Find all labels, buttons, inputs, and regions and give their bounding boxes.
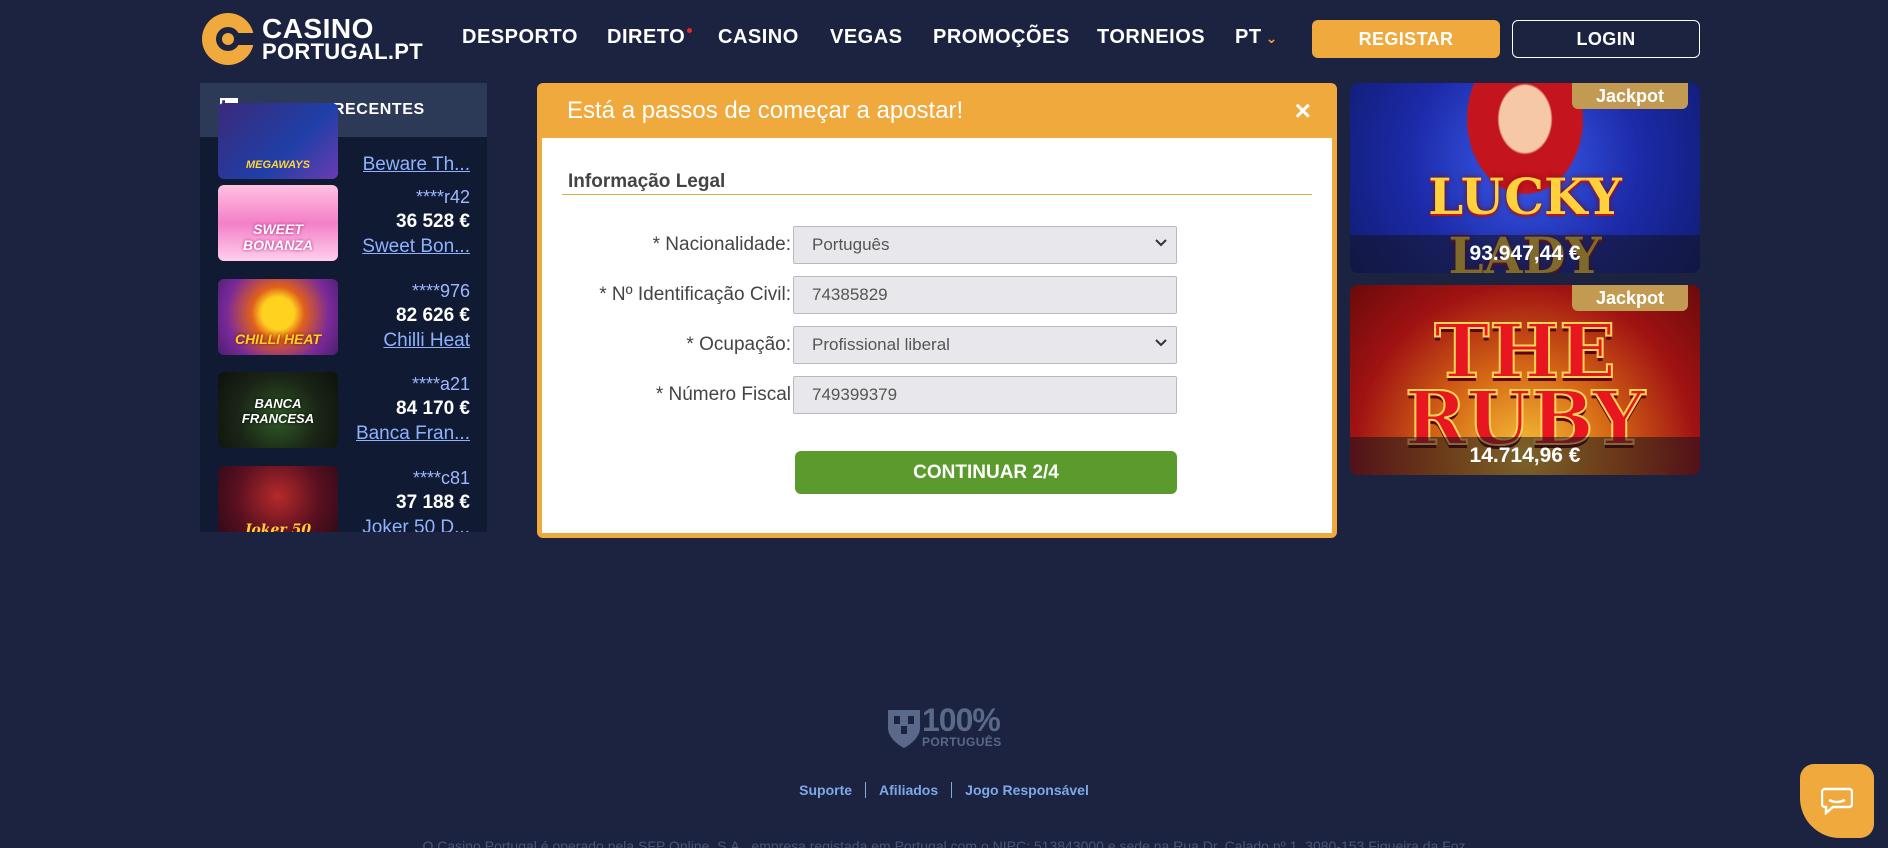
tax-number-label: * Número Fiscal	[655, 384, 791, 405]
tax-number-value: 749399379	[812, 385, 898, 404]
occupation-select[interactable]: Profissional liberal	[793, 326, 1177, 364]
nationality-row: * Nacionalidade: Português	[542, 226, 1332, 264]
recent-wins-panel: GANHOS RECENTES MEGAWAYS Beware Th... SW…	[200, 83, 487, 532]
game-link[interactable]: Beware Th...	[363, 154, 470, 176]
nationality-value: Português	[812, 235, 890, 254]
win-amount: 36 528 €	[396, 211, 470, 232]
nav-casino[interactable]: CASINO	[718, 26, 799, 49]
tax-number-row: * Número Fiscal 749399379	[542, 376, 1332, 414]
list-item[interactable]: CHILLI HEAT ****976 82 626 € Chilli Heat	[218, 279, 470, 355]
section-divider	[562, 194, 1312, 195]
nav-direto[interactable]: DIRETO	[607, 26, 693, 49]
game-thumbnail[interactable]: SWEET BONANZA	[218, 185, 338, 261]
jackpot-badge: Jackpot	[1572, 285, 1688, 311]
occupation-label: * Ocupação:	[686, 334, 791, 355]
list-item[interactable]: BANCA FRANCESA ****a21 84 170 € Banca Fr…	[218, 372, 470, 448]
civil-id-value: 74385829	[812, 285, 888, 304]
portuguese-seal: 100% PORTUGUÊS	[886, 702, 1016, 750]
login-button[interactable]: LOGIN	[1512, 20, 1700, 58]
list-item[interactable]: MEGAWAYS Beware Th...	[218, 103, 470, 179]
winner-username: ****c81	[412, 468, 470, 488]
jackpot-amount: 14.714,96 €	[1350, 437, 1700, 475]
game-link[interactable]: Banca Fran...	[356, 423, 470, 445]
site-header: CASINO PORTUGAL.PT DESPORTO DIRETO CASIN…	[0, 0, 1888, 76]
nationality-select[interactable]: Português	[793, 226, 1177, 264]
list-item[interactable]: SWEET BONANZA ****r42 36 528 € Sweet Bon…	[218, 185, 470, 261]
nav-vegas[interactable]: VEGAS	[830, 26, 903, 49]
civil-id-label: * Nº Identificação Civil:	[599, 284, 791, 305]
occupation-row: * Ocupação: Profissional liberal	[542, 326, 1332, 364]
civil-id-row: * Nº Identificação Civil: 74385829	[542, 276, 1332, 314]
game-link[interactable]: Sweet Bon...	[362, 236, 470, 258]
language-label: PT	[1235, 26, 1262, 48]
game-thumbnail[interactable]: CHILLI HEAT	[218, 279, 338, 355]
jackpot-amount: 93.947,44 €	[1350, 235, 1700, 273]
game-thumbnail[interactable]: MEGAWAYS	[218, 103, 338, 179]
close-icon[interactable]: ×	[1295, 95, 1311, 127]
logo-line2: PORTUGAL.PT	[262, 38, 423, 64]
chevron-down-icon	[1155, 339, 1167, 347]
civil-id-input[interactable]: 74385829	[793, 276, 1177, 314]
winner-username: ****a21	[411, 374, 470, 394]
continue-button[interactable]: CONTINUAR 2/4	[795, 451, 1177, 494]
site-logo[interactable]: CASINO PORTUGAL.PT	[202, 12, 423, 66]
modal-body: Informação Legal * Nacionalidade: Portug…	[542, 138, 1332, 533]
jackpot-game-title: THE RUBY	[1404, 309, 1646, 462]
seal-label: PORTUGUÊS	[922, 735, 1002, 749]
win-amount: 82 626 €	[396, 305, 470, 326]
occupation-value: Profissional liberal	[812, 335, 950, 354]
logo-line1: CASINO	[262, 13, 374, 44]
game-thumbnail[interactable]: BANCA FRANCESA	[218, 372, 338, 448]
tax-number-input[interactable]: 749399379	[793, 376, 1177, 414]
nav-promocoes[interactable]: PROMOÇÕES	[933, 26, 1070, 49]
game-link[interactable]: Joker 50 D...	[362, 517, 470, 532]
chevron-down-icon	[1155, 239, 1167, 247]
logo-c-icon	[202, 13, 256, 65]
jackpot-card-lucky-lady[interactable]: LUCKY LADY Jackpot 93.947,44 €	[1350, 83, 1700, 273]
responsible-gaming-link[interactable]: Jogo Responsável	[952, 782, 1102, 798]
section-title: Informação Legal	[568, 171, 726, 192]
winner-username: ****976	[411, 281, 470, 301]
jackpot-badge: Jackpot	[1572, 83, 1688, 109]
modal-title: Está a passos de começar a apostar!	[567, 96, 964, 124]
nav-direto-label: DIRETO	[607, 26, 686, 48]
footer-links: Suporte Afiliados Jogo Responsável	[0, 782, 1888, 798]
live-dot-icon	[687, 28, 693, 33]
register-button[interactable]: REGISTAR	[1312, 20, 1500, 58]
registration-modal: Está a passos de começar a apostar! × In…	[537, 83, 1337, 538]
win-amount: 84 170 €	[396, 398, 470, 419]
jackpot-card-the-ruby[interactable]: THE RUBY Jackpot 14.714,96 €	[1350, 285, 1700, 475]
chat-button[interactable]	[1800, 764, 1874, 838]
game-link[interactable]: Chilli Heat	[383, 330, 470, 352]
support-link[interactable]: Suporte	[786, 782, 865, 798]
chat-icon	[1821, 787, 1853, 815]
winner-username: ****r42	[415, 187, 470, 207]
legal-text: O Casino Portugal é operado pela SFP Onl…	[422, 838, 1466, 848]
win-amount: 37 188 €	[396, 492, 470, 513]
seal-percentage: 100%	[922, 702, 1001, 738]
modal-header: Está a passos de começar a apostar! ×	[537, 83, 1337, 138]
nationality-label: * Nacionalidade:	[652, 234, 791, 255]
affiliates-link[interactable]: Afiliados	[866, 782, 951, 798]
nav-torneios[interactable]: TORNEIOS	[1097, 26, 1205, 49]
nav-desporto[interactable]: DESPORTO	[462, 26, 578, 49]
language-selector[interactable]: PT ⌄	[1235, 26, 1278, 49]
chevron-down-icon: ⌄	[1265, 30, 1278, 46]
game-thumbnail[interactable]: Joker 50	[218, 466, 338, 532]
list-item[interactable]: Joker 50 ****c81 37 188 € Joker 50 D...	[218, 466, 470, 532]
